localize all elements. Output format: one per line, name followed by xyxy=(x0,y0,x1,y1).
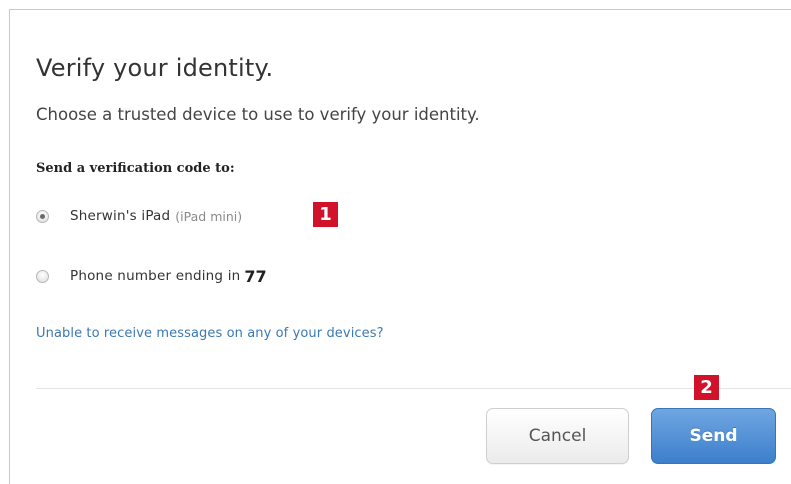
annotation-badge-2: 2 xyxy=(694,375,719,400)
radio-selected-icon[interactable] xyxy=(36,209,49,223)
option-ipad[interactable]: Sherwin's iPad (iPad mini) xyxy=(36,206,242,226)
send-to-label: Send a verification code to: xyxy=(36,161,235,176)
send-button[interactable]: Send xyxy=(651,408,776,464)
footer-divider xyxy=(36,388,791,389)
option-ipad-model: (iPad mini) xyxy=(175,208,243,224)
dialog-subtitle: Choose a trusted device to use to verify… xyxy=(36,105,480,124)
option-ipad-label: Sherwin's iPad xyxy=(70,208,171,224)
unable-to-receive-link[interactable]: Unable to receive messages on any of you… xyxy=(36,326,384,341)
annotation-badge-1: 1 xyxy=(313,202,338,227)
option-phone-label: Phone number ending in xyxy=(70,268,241,284)
verify-identity-dialog: Verify your identity. Choose a trusted d… xyxy=(9,9,791,484)
option-phone-suffix: 77 xyxy=(244,266,267,286)
dialog-title: Verify your identity. xyxy=(36,54,274,82)
cancel-button[interactable]: Cancel xyxy=(486,408,629,464)
radio-unselected-icon[interactable] xyxy=(36,269,49,283)
option-phone[interactable]: Phone number ending in 77 xyxy=(36,266,267,286)
